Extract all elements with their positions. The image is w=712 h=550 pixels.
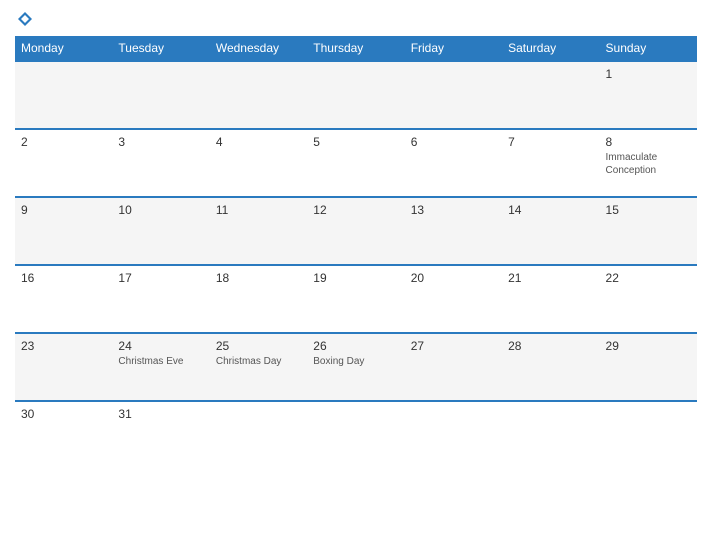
calendar-day-cell: 30 [15, 401, 112, 469]
calendar-day-cell: 18 [210, 265, 307, 333]
calendar-day-cell [307, 61, 404, 129]
calendar-day-cell [112, 61, 209, 129]
calendar-day-cell: 27 [405, 333, 502, 401]
col-tuesday: Tuesday [112, 36, 209, 61]
calendar-day-cell [405, 61, 502, 129]
day-number: 3 [118, 135, 203, 149]
calendar-day-cell [502, 61, 599, 129]
calendar-day-cell: 31 [112, 401, 209, 469]
calendar-day-cell: 22 [600, 265, 697, 333]
calendar-day-cell [405, 401, 502, 469]
col-wednesday: Wednesday [210, 36, 307, 61]
calendar-container: Monday Tuesday Wednesday Thursday Friday… [0, 0, 712, 550]
day-number: 15 [606, 203, 691, 217]
day-number: 20 [411, 271, 496, 285]
calendar-day-cell [210, 401, 307, 469]
calendar-day-cell: 9 [15, 197, 112, 265]
holiday-label: Christmas Eve [118, 355, 203, 368]
day-number: 25 [216, 339, 301, 353]
calendar-day-cell [210, 61, 307, 129]
calendar-day-cell: 15 [600, 197, 697, 265]
calendar-day-cell [15, 61, 112, 129]
day-number: 10 [118, 203, 203, 217]
day-number: 18 [216, 271, 301, 285]
calendar-week-row: 30 31 [15, 401, 697, 469]
calendar-day-cell: 10 [112, 197, 209, 265]
calendar-day-cell: 5 [307, 129, 404, 197]
holiday-label: Boxing Day [313, 355, 398, 368]
day-number: 24 [118, 339, 203, 353]
day-number: 6 [411, 135, 496, 149]
calendar-week-row: 1 [15, 61, 697, 129]
col-saturday: Saturday [502, 36, 599, 61]
logo-icon [16, 10, 34, 28]
day-number: 11 [216, 203, 301, 217]
calendar-day-cell: 26 Boxing Day [307, 333, 404, 401]
day-number: 9 [21, 203, 106, 217]
day-number: 16 [21, 271, 106, 285]
calendar-day-cell: 8 Immaculate Conception [600, 129, 697, 197]
day-number: 8 [606, 135, 691, 149]
calendar-day-cell [502, 401, 599, 469]
calendar-week-row: 23 24 Christmas Eve 25 Christmas Day 26 Boxing… [15, 333, 697, 401]
calendar-day-cell: 21 [502, 265, 599, 333]
col-monday: Monday [15, 36, 112, 61]
calendar-day-cell: 4 [210, 129, 307, 197]
col-friday: Friday [405, 36, 502, 61]
day-number: 7 [508, 135, 593, 149]
calendar-table: Monday Tuesday Wednesday Thursday Friday… [15, 36, 697, 469]
day-number: 2 [21, 135, 106, 149]
day-number: 19 [313, 271, 398, 285]
calendar-week-row: 16 17 18 19 20 21 22 [15, 265, 697, 333]
holiday-label: Immaculate Conception [606, 151, 691, 177]
day-number: 5 [313, 135, 398, 149]
calendar-day-cell: 24 Christmas Eve [112, 333, 209, 401]
day-number: 14 [508, 203, 593, 217]
calendar-week-row: 9 10 11 12 13 14 15 [15, 197, 697, 265]
calendar-day-cell: 7 [502, 129, 599, 197]
calendar-header [15, 10, 697, 28]
calendar-day-cell: 11 [210, 197, 307, 265]
day-number: 13 [411, 203, 496, 217]
calendar-day-cell: 23 [15, 333, 112, 401]
logo [15, 10, 35, 28]
day-number: 26 [313, 339, 398, 353]
calendar-day-cell [307, 401, 404, 469]
calendar-day-cell: 28 [502, 333, 599, 401]
day-number: 30 [21, 407, 106, 421]
holiday-label: Christmas Day [216, 355, 301, 368]
calendar-day-cell: 17 [112, 265, 209, 333]
calendar-day-cell: 25 Christmas Day [210, 333, 307, 401]
day-number: 17 [118, 271, 203, 285]
day-number: 23 [21, 339, 106, 353]
day-number: 22 [606, 271, 691, 285]
calendar-header-row: Monday Tuesday Wednesday Thursday Friday… [15, 36, 697, 61]
calendar-day-cell: 16 [15, 265, 112, 333]
calendar-day-cell: 1 [600, 61, 697, 129]
calendar-day-cell: 6 [405, 129, 502, 197]
calendar-day-cell: 3 [112, 129, 209, 197]
day-number: 1 [606, 67, 691, 81]
calendar-day-cell: 29 [600, 333, 697, 401]
col-sunday: Sunday [600, 36, 697, 61]
day-number: 12 [313, 203, 398, 217]
calendar-day-cell [600, 401, 697, 469]
calendar-day-cell: 13 [405, 197, 502, 265]
calendar-day-cell: 12 [307, 197, 404, 265]
day-number: 27 [411, 339, 496, 353]
calendar-day-cell: 20 [405, 265, 502, 333]
day-number: 28 [508, 339, 593, 353]
calendar-week-row: 2345678 Immaculate Conception [15, 129, 697, 197]
day-number: 29 [606, 339, 691, 353]
calendar-day-cell: 19 [307, 265, 404, 333]
calendar-day-cell: 2 [15, 129, 112, 197]
day-number: 4 [216, 135, 301, 149]
col-thursday: Thursday [307, 36, 404, 61]
day-number: 31 [118, 407, 203, 421]
calendar-day-cell: 14 [502, 197, 599, 265]
day-number: 21 [508, 271, 593, 285]
